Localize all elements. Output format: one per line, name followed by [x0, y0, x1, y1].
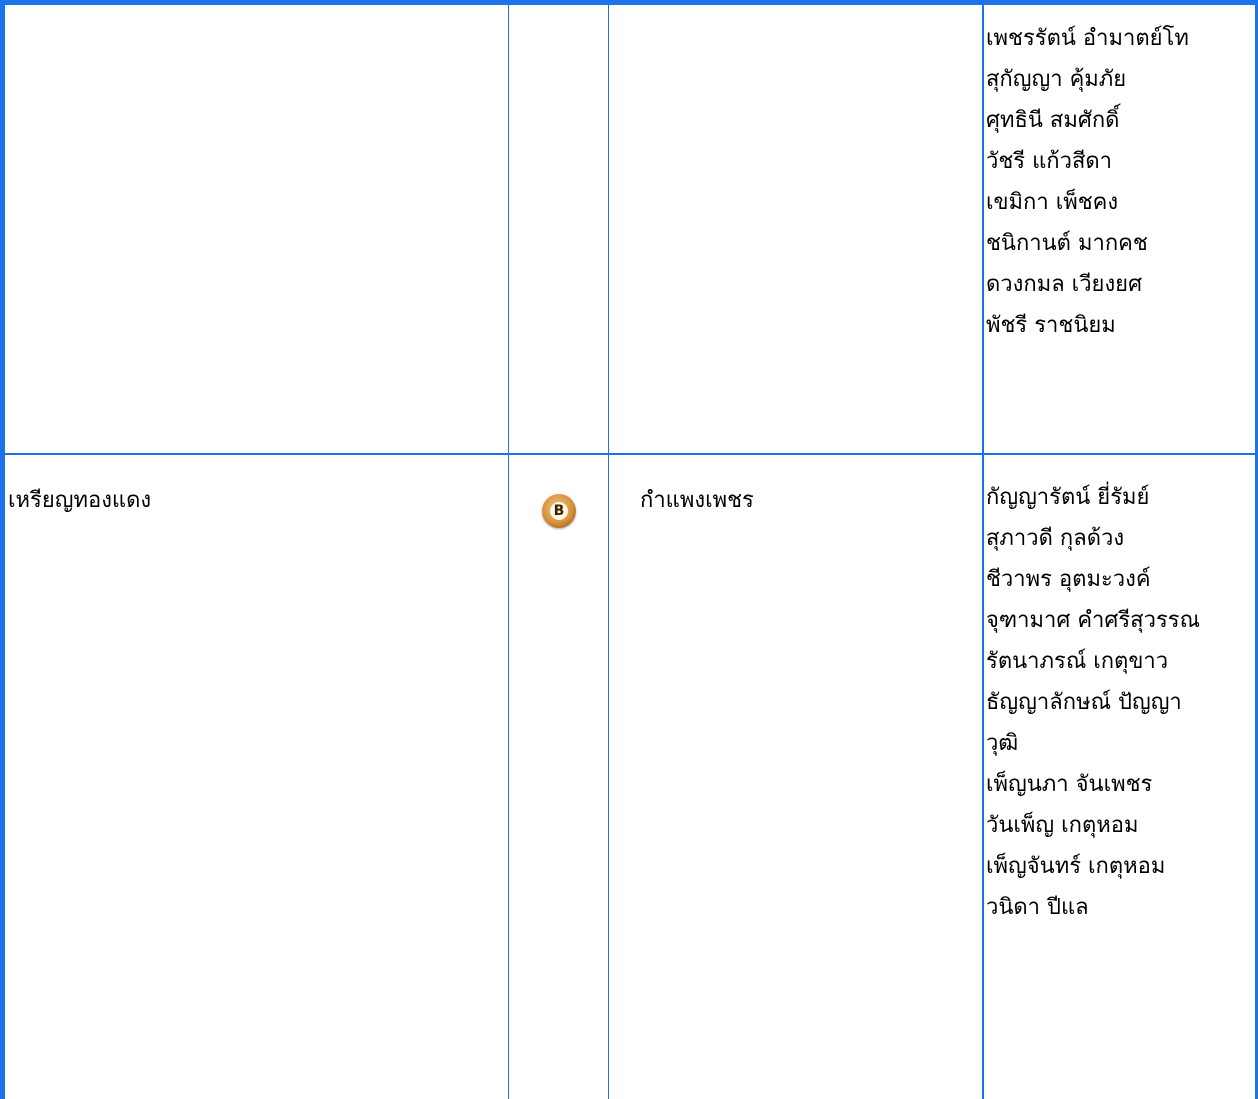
- athlete-name: เพ็ญนภา จันเพชร: [986, 772, 1153, 797]
- athlete-name: กัญญารัตน์ ยี่รัมย์: [986, 485, 1150, 510]
- athlete-name: ศุทธินี สมศักดิ์: [986, 108, 1120, 133]
- column-divider: [508, 455, 509, 1099]
- column-divider: [982, 455, 984, 1099]
- bronze-medal-icon: B: [542, 494, 576, 528]
- column-divider: [608, 0, 609, 453]
- athlete-name: ชนิกานต์ มากคช: [986, 231, 1148, 256]
- column-divider: [982, 0, 984, 453]
- athlete-name: วัชรี แก้วสีดา: [986, 149, 1113, 174]
- athlete-name: สุกัญญา คุ้มภัย: [986, 67, 1127, 92]
- column-divider: [508, 0, 509, 453]
- athlete-names-cell: กัญญารัตน์ ยี่รัมย์ สุภาวดี กุลด้วง ชีวา…: [986, 483, 1200, 934]
- athlete-name: วันเพ็ญ เกตุหอม: [986, 813, 1139, 838]
- badge-letter: B: [553, 503, 565, 519]
- athlete-name: เพ็ญจันทร์ เกตุหอม: [986, 854, 1166, 879]
- column-divider: [608, 455, 609, 1099]
- athlete-name: ชีวาพร อุตมะวงค์: [986, 567, 1151, 592]
- province-cell: กำแพงเพชร: [640, 488, 754, 513]
- athlete-name: จุฑามาศ คำศรีสุวรรณ: [986, 608, 1200, 633]
- athlete-name: ดวงกมล เวียงยศ: [986, 272, 1143, 297]
- table-row: เพชรรัตน์ อำมาตย์โท สุกัญญา คุ้มภัย ศุทธ…: [0, 0, 1258, 455]
- athlete-name: พัชรี ราชนิยม: [986, 313, 1116, 338]
- athlete-name: เขมิกา เพ็ชคง: [986, 190, 1119, 215]
- medal-type-cell: เหรียญทองแดง: [8, 488, 152, 513]
- athlete-name: เพชรรัตน์ อำมาตย์โท: [986, 26, 1189, 51]
- athlete-name: รัตนาภรณ์ เกตุขาว: [986, 649, 1169, 674]
- athlete-name: วนิดา ปีแล: [986, 895, 1089, 920]
- athlete-name: ธัญญาลักษณ์ ปัญญา: [986, 690, 1182, 715]
- athlete-name: สุภาวดี กุลด้วง: [986, 526, 1125, 551]
- athlete-name: วุฒิ: [986, 731, 1019, 756]
- athlete-names-cell: เพชรรัตน์ อำมาตย์โท สุกัญญา คุ้มภัย ศุทธ…: [986, 24, 1189, 352]
